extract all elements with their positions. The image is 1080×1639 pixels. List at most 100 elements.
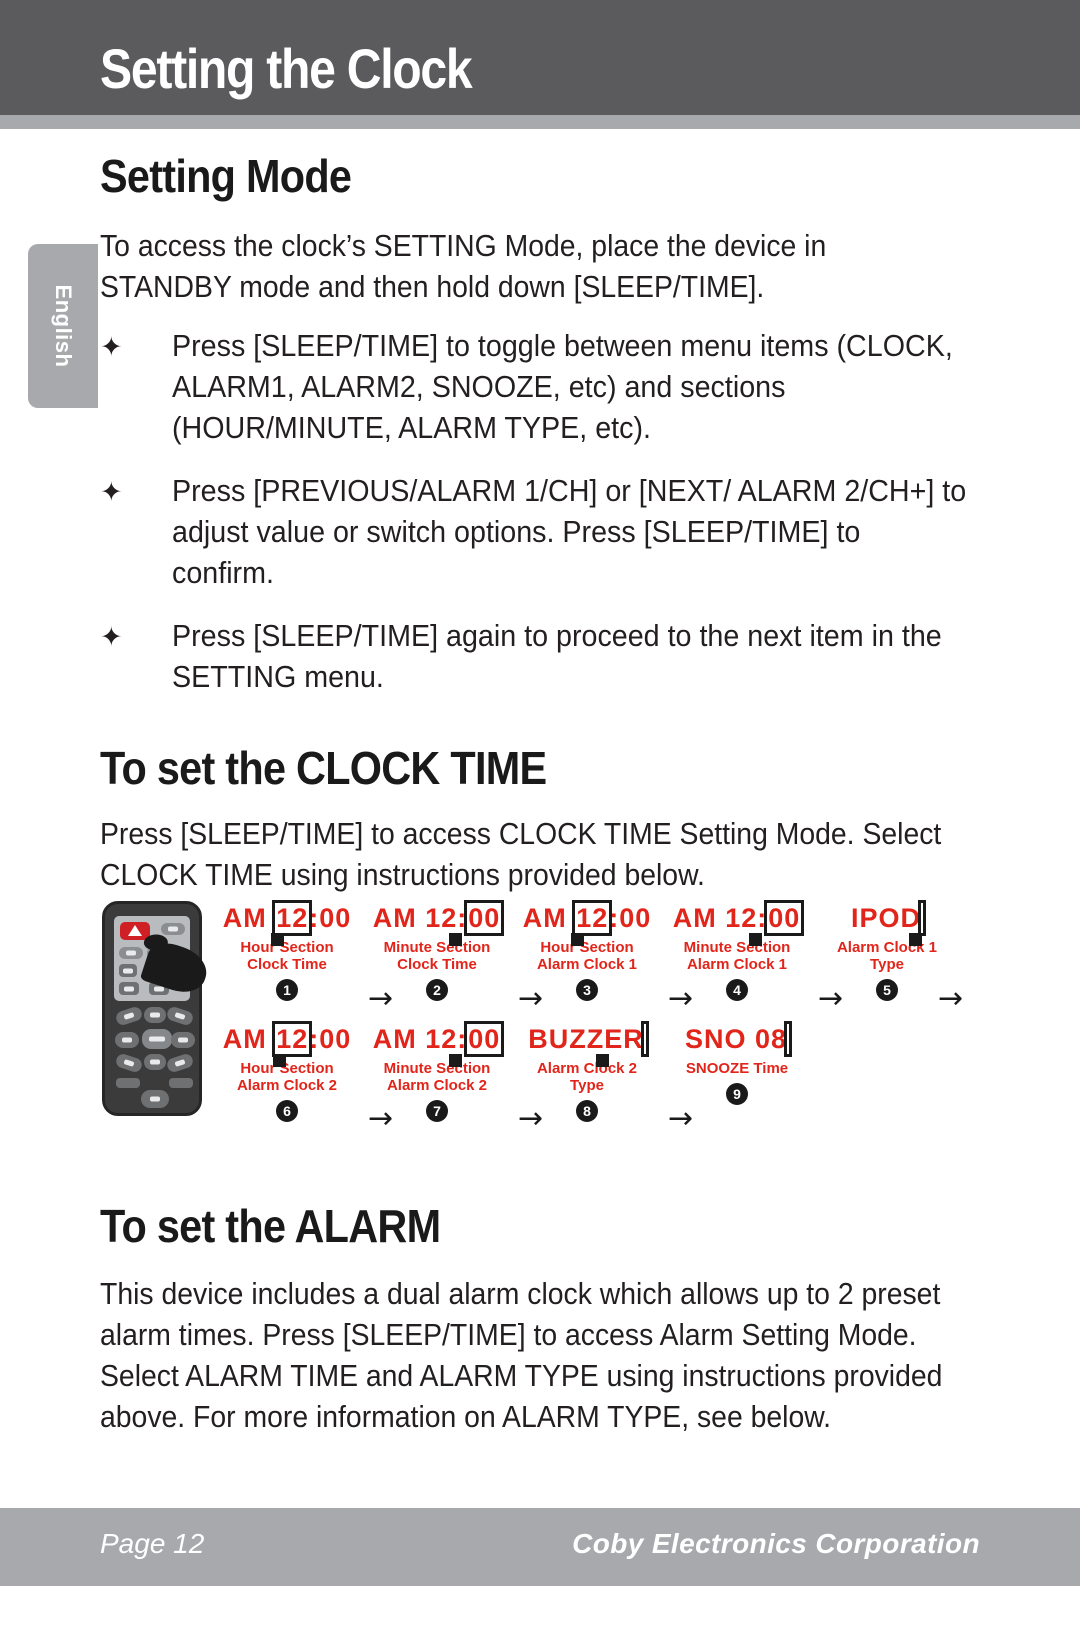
step-label: Hour Section Clock Time [240,939,334,973]
clock-time-paragraph: Press [SLEEP/TIME] to access CLOCK TIME … [100,817,942,892]
lcd-highlight [640,1021,649,1057]
step-number-badge: 8 [576,1100,598,1122]
chapter-header-band: Setting the Clock [0,0,1080,115]
lcd-display: BUZZER [528,1021,649,1067]
lcd-prefix: AM 12: [372,1024,468,1054]
step-label: Hour Section Alarm Clock 1 [536,939,638,973]
remote-button [119,982,139,995]
language-tab-label: English [51,284,76,368]
step-number-badge: 5 [876,979,898,1001]
page-title: Setting the Clock [100,37,473,100]
remote-button [161,923,185,935]
cursor-marker-icon [748,933,762,946]
lcd-suffix: :00 [609,903,652,933]
footer-bottom-margin [0,1586,1080,1639]
bullet-text: Press [SLEEP/TIME] to toggle between men… [172,329,953,445]
list-item: ✦ Press [SLEEP/TIME] again to proceed to… [100,616,1020,698]
bullet-marker-icon: ✦ [100,477,123,507]
diagram-step-9: SNO 08 SNOOZE Time 9 [662,1021,812,1105]
diagram-step-4: AM 12:00 Minute Section Alarm Clock 1 4 [662,900,812,1001]
lcd-suffix: :00 [309,903,352,933]
bullet-text: Press [PREVIOUS/ALARM 1/CH] or [NEXT/ AL… [172,474,967,590]
diagram-step-6: AM 12:00 Hour Section Alarm Clock 2 6 [212,1021,362,1122]
step-number-badge: 1 [276,979,298,1001]
step-number-badge: 9 [726,1083,748,1105]
lcd-highlight: 00 [464,1021,505,1057]
bullet-text: Press [SLEEP/TIME] again to proceed to t… [172,619,942,694]
diagram-step-1: AM 12:00 Hour Section Clock Time 1 [212,900,362,1001]
cursor-marker-icon [596,1054,610,1067]
step-label: Minute Section Clock Time [383,939,491,973]
header-divider-rule [0,115,1080,129]
step-number-badge: 4 [726,979,748,1001]
lcd-highlight: 00 [464,900,505,936]
cursor-marker-icon [570,933,584,946]
list-item: ✦ Press [PREVIOUS/ALARM 1/CH] or [NEXT/ … [100,471,1020,594]
remote-button [116,1078,140,1088]
diagram-step-8: BUZZER Alarm Clock 2 Type 8 [512,1021,662,1122]
lcd-display: AM 12:00 [223,900,352,946]
lcd-display: AM 12:00 [373,900,505,946]
remote-button [141,1090,169,1108]
lcd-prefix: AM [522,903,576,933]
step-label: Alarm Clock 1 Type [836,939,938,973]
setting-mode-bullet-list: ✦ Press [SLEEP/TIME] to toggle between m… [100,326,1020,720]
flow-arrow-icon: → [668,1101,694,1136]
bullet-marker-icon: ✦ [100,622,123,652]
remote-control-icon [102,901,213,1116]
step-number-badge: 3 [576,979,598,1001]
lcd-prefix: AM [222,1024,276,1054]
remote-button [144,1054,166,1070]
lcd-prefix: IPOD [850,903,921,933]
remote-button [169,1078,193,1088]
heading-set-clock-time: To set the CLOCK TIME [100,742,547,794]
remote-button [171,1032,195,1048]
step-label: Alarm Clock 2 Type [536,1060,638,1094]
remote-button [144,1007,166,1023]
footer-page-number: Page 12 [100,1528,205,1559]
lcd-prefix: SNO 08 [684,1024,788,1054]
list-item: ✦ Press [SLEEP/TIME] to toggle between m… [100,326,1020,449]
remote-ok-button [142,1029,172,1049]
setting-mode-intro-paragraph: To access the clock’s SETTING Mode, plac… [100,229,827,304]
step-label: Hour Section Alarm Clock 2 [236,1060,338,1094]
diagram-step-2: AM 12:00 Minute Section Clock Time 2 [362,900,512,1001]
lcd-display: AM 12:00 [372,1021,505,1067]
cursor-marker-icon [272,1054,286,1067]
lcd-display: SNO 08 [684,1021,793,1057]
lcd-highlight: 12 [272,900,313,936]
remote-button [165,1005,195,1027]
step-label: Minute Section Alarm Clock 1 [683,939,791,973]
clock-setting-flow-diagram: AM 12:00 Hour Section Clock Time 1 → AM … [100,899,970,1139]
remote-button [114,1005,144,1027]
remote-button [115,1032,139,1048]
lcd-display: IPOD [850,900,926,946]
cursor-marker-icon [908,933,922,946]
lcd-display: AM 12:00 [222,1021,352,1067]
heading-setting-mode: Setting Mode [100,150,352,202]
language-tab: English [28,244,98,408]
lcd-highlight [918,900,926,936]
lcd-suffix: :00 [309,1024,352,1054]
remote-button [119,947,143,959]
lcd-highlight: 12 [272,1021,313,1057]
lcd-display: AM 12:00 [522,900,652,946]
diagram-step-7: AM 12:00 Minute Section Alarm Clock 2 7 [362,1021,512,1122]
step-label: SNOOZE Time [685,1060,789,1077]
remote-button [119,964,137,977]
step-number-badge: 7 [426,1100,448,1122]
flow-arrow-icon: → [938,981,964,1016]
cursor-marker-icon [270,933,284,946]
bullet-marker-icon: ✦ [100,332,123,362]
lcd-prefix: AM 12: [672,903,768,933]
alarm-paragraph: This device includes a dual alarm clock … [100,1277,943,1434]
heading-set-alarm: To set the ALARM [100,1200,441,1252]
cursor-marker-icon [448,933,462,946]
lcd-highlight: 00 [764,900,805,936]
remote-button [165,1052,195,1074]
step-label: Minute Section Alarm Clock 2 [383,1060,491,1094]
step-number-badge: 6 [276,1100,298,1122]
lcd-display: AM 12:00 [672,900,805,946]
diagram-step-3: AM 12:00 Hour Section Alarm Clock 1 3 [512,900,662,1001]
step-number-badge: 2 [426,979,448,1001]
